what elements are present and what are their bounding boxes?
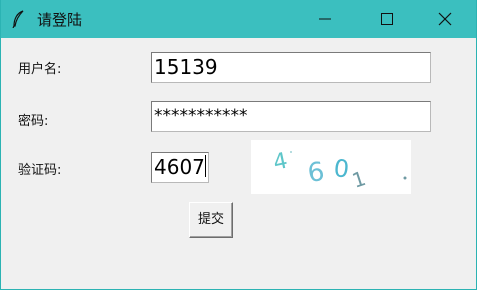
window-title: 请登陆 xyxy=(37,11,83,29)
captcha-char: 1 xyxy=(349,166,369,193)
close-button[interactable] xyxy=(417,0,473,38)
username-input[interactable]: 15139 xyxy=(151,52,431,83)
captcha-char: 4 xyxy=(271,149,290,176)
title-bar[interactable]: 请登陆 xyxy=(1,0,476,38)
minimize-button[interactable] xyxy=(297,0,353,38)
close-icon xyxy=(438,12,452,26)
text-caret xyxy=(204,155,206,177)
captcha-image[interactable]: 4 6 0 1 xyxy=(251,140,411,194)
captcha-label: 验证码: xyxy=(18,163,62,178)
password-label: 密码: xyxy=(18,114,49,129)
username-label: 用户名: xyxy=(18,62,62,77)
login-window: 请登陆 用户名: 15139 密码: *********** 验证码: 4607 xyxy=(0,0,477,290)
password-input[interactable]: *********** xyxy=(151,101,431,132)
password-value: *********** xyxy=(154,106,248,126)
submit-button[interactable]: 提交 xyxy=(189,202,233,238)
maximize-button[interactable] xyxy=(359,0,415,38)
captcha-input[interactable]: 4607 xyxy=(151,152,209,183)
maximize-icon xyxy=(381,13,393,25)
minimize-icon xyxy=(319,18,331,20)
feather-icon xyxy=(11,10,27,29)
captcha-value: 4607 xyxy=(154,155,205,179)
username-value: 15139 xyxy=(154,55,218,79)
captcha-char: 0 xyxy=(332,154,350,183)
captcha-char: 6 xyxy=(306,157,327,189)
